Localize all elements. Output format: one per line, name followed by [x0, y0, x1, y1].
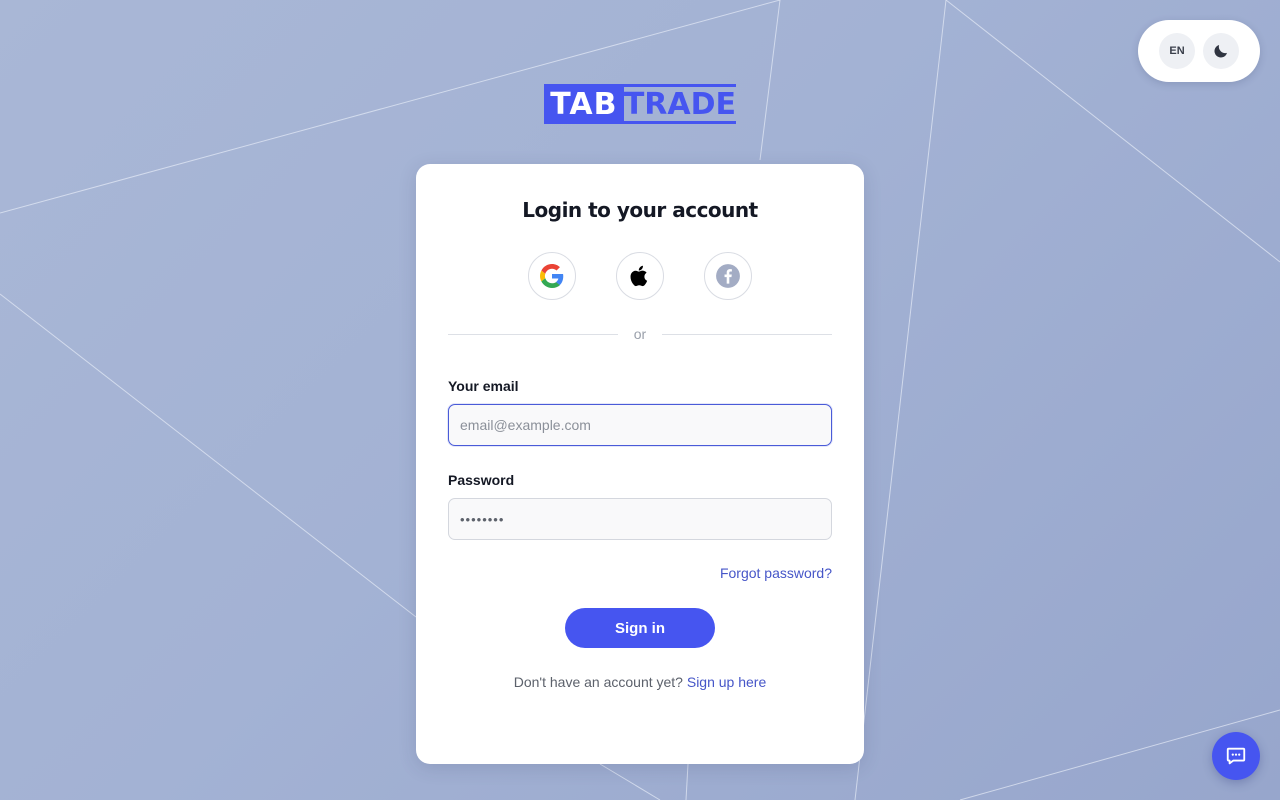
moon-icon	[1214, 45, 1227, 58]
apple-login-button[interactable]	[616, 252, 664, 300]
forgot-password-link[interactable]: Forgot password?	[720, 565, 832, 581]
sign-in-button[interactable]: Sign in	[565, 608, 715, 648]
top-controls: EN	[1138, 20, 1260, 82]
login-card: Login to your account or Your email emai…	[416, 164, 864, 764]
chat-button[interactable]	[1212, 732, 1260, 780]
page-title: Login to your account	[522, 198, 758, 222]
logo-part-trade: TRADE	[623, 84, 736, 124]
facebook-login-button[interactable]	[704, 252, 752, 300]
signup-prompt: Don't have an account yet? Sign up here	[416, 674, 864, 690]
google-login-button[interactable]	[528, 252, 576, 300]
brand-logo: TAB TRADE	[544, 84, 736, 124]
theme-toggle-button[interactable]	[1203, 33, 1239, 69]
signup-prompt-text: Don't have an account yet?	[513, 674, 683, 690]
facebook-icon	[716, 264, 740, 288]
chat-bubble-icon	[1226, 747, 1246, 765]
email-label: Your email	[448, 378, 519, 394]
social-login-row	[416, 252, 864, 300]
or-divider: or	[448, 326, 832, 342]
email-input[interactable]	[448, 404, 832, 446]
divider-line-right	[662, 334, 832, 335]
logo-part-tab: TAB	[544, 84, 624, 124]
google-icon	[540, 264, 564, 288]
sign-up-link[interactable]: Sign up here	[687, 674, 766, 690]
apple-icon	[630, 265, 648, 287]
language-button[interactable]: EN	[1159, 33, 1195, 69]
password-input[interactable]	[448, 498, 832, 540]
password-label: Password	[448, 472, 515, 488]
